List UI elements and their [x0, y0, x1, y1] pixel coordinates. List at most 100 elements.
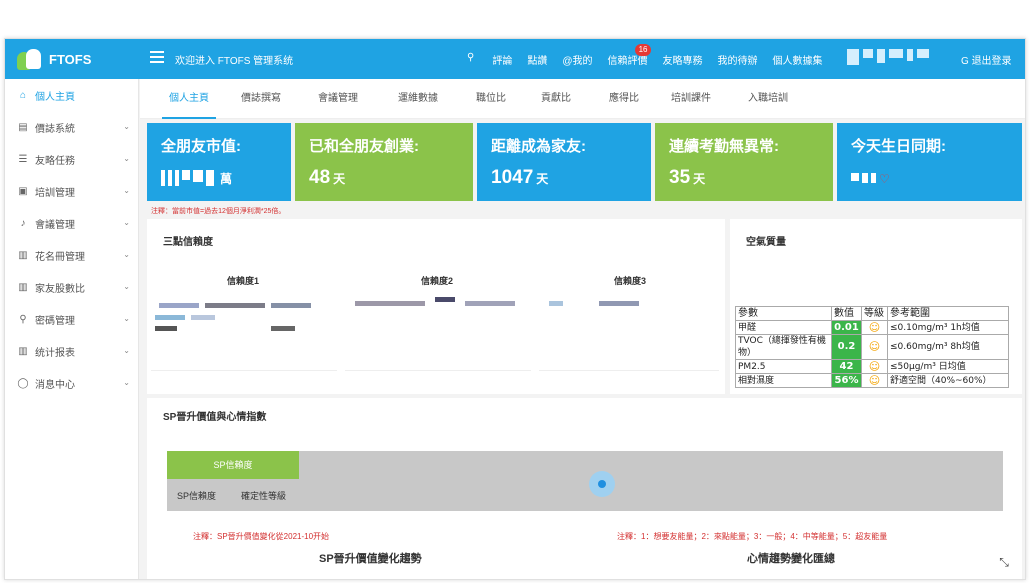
trust-chart-1-title: 信賴度1 — [227, 276, 260, 286]
chevron-down-icon: ⌄ — [123, 378, 130, 387]
top-header: FTOFS 欢迎进入 FTOFS 管理系统 ⚲ 評論 點讚 @我的 信賴評價 1… — [5, 39, 1025, 79]
blurred-value — [851, 172, 879, 183]
sp-trust-header: SP信賴度 — [167, 451, 299, 479]
air-value: 56% — [831, 373, 862, 388]
stat-card: 距離成為家友: 1047 天 — [477, 123, 651, 201]
stat-value: ♡ — [851, 167, 893, 189]
air-param: 相對濕度 — [735, 373, 832, 388]
smile-icon: ☺ — [861, 334, 888, 360]
sidebar-item[interactable]: ⚲ 密碼管理 ⌄ — [5, 303, 138, 335]
sidebar-item-icon: ▥ — [18, 281, 28, 293]
header-toolbar: ⚲ 評論 點讚 @我的 信賴評價 16 友略專務 我的待辦 個人數據集 — [467, 44, 837, 67]
sidebar-item-label: 價誌系統 — [35, 123, 75, 135]
search-icon[interactable]: ⚲ — [467, 52, 474, 67]
toolbar-dataset[interactable]: 個人數據集 — [772, 52, 822, 67]
stat-label: 今天生日同期: — [851, 138, 946, 155]
sidebar-item[interactable]: ☰ 友略任務 ⌄ — [5, 143, 138, 175]
sidebar-item-label: 個人主頁 — [35, 91, 75, 103]
air-quality-title: 空氣質量 — [746, 237, 786, 248]
sidebar-item-icon: ♪ — [20, 217, 26, 229]
toolbar-trust-review[interactable]: 信賴評價 16 — [607, 44, 652, 67]
stat-label: 已和全朋友創業: — [309, 138, 419, 155]
toolbar-tasks[interactable]: 友略專務 — [662, 52, 702, 67]
air-param: PM2.5 — [735, 359, 832, 374]
air-range: 舒適空間（40%~60%） — [887, 373, 1009, 388]
tab[interactable]: 培訓課件 — [665, 79, 717, 119]
sidebar-item[interactable]: ▣ 培訓管理 ⌄ — [5, 175, 138, 207]
sidebar-item[interactable]: ♪ 會議管理 ⌄ — [5, 207, 138, 239]
sidebar-item-icon: ▤ — [18, 121, 28, 133]
sp-trend-title: SP晉升價值變化趨勢 — [319, 553, 422, 565]
sp-note-left: 注釋：SP晉升價值變化從2021-10开始 — [193, 532, 330, 541]
toolbar-todo[interactable]: 我的待辦 — [717, 52, 757, 67]
logout-button[interactable]: G 退出登录 — [961, 52, 1012, 67]
air-table-heading: 數值 — [831, 306, 862, 321]
stat-label: 距離成為家友: — [491, 138, 586, 155]
air-table-row: 相對濕度 56% ☺ 舒適空間（40%~60%） — [735, 373, 1009, 388]
toolbar-mentions[interactable]: @我的 — [562, 52, 592, 67]
trust-chart-1 — [151, 289, 337, 371]
tab[interactable]: 個人主頁 — [162, 79, 216, 119]
tab[interactable]: 貢獻比 — [530, 79, 582, 119]
stat-value: 1047 天 — [491, 167, 549, 188]
sidebar-item-icon: ▥ — [18, 345, 28, 357]
sidebar-item[interactable]: ▥ 统计报表 ⌄ — [5, 335, 138, 367]
logo[interactable]: FTOFS — [17, 47, 91, 71]
air-param: TVOC（總揮發性有機物） — [735, 334, 832, 360]
tab-bar: 個人主頁 價誌撰寫 會議管理 運維數據 職位比 貢獻比 應得比 培訓課件 入職培訓 — [140, 79, 1025, 119]
sidebar-item-icon: ▥ — [18, 249, 28, 261]
logo-icon — [17, 48, 43, 70]
menu-toggle-icon[interactable] — [150, 51, 164, 63]
tab[interactable]: 入職培訓 — [742, 79, 794, 119]
stat-label: 連續考勤無異常: — [669, 138, 779, 155]
air-param: 甲醛 — [735, 320, 832, 335]
collapse-icon[interactable]: ⤡ — [994, 552, 1014, 572]
air-table-row: 甲醛 0.01 ☺ ≤0.10mg/m³ 1h均值 — [735, 320, 1009, 335]
trust-chart-2-title: 信賴度2 — [421, 276, 454, 286]
sidebar-item-label: 友略任務 — [35, 155, 75, 167]
sp-panel: SP晉升價值與心情指數 SP信賴度 SP信賴度 確定性等級 注釋：SP晉升價值變… — [147, 398, 1022, 579]
main-content: 全朋友市值: 萬 已和全朋友創業: 48 天 距離成為家友: 1047 天 連續考勤無異常: 35… — [147, 123, 1022, 579]
stat-value: 萬 — [161, 167, 232, 189]
tab[interactable]: 會議管理 — [312, 79, 364, 119]
trust-chart-3-title: 信賴度3 — [614, 276, 647, 286]
tab[interactable]: 價誌撰寫 — [235, 79, 287, 119]
sidebar-item-icon: ⌂ — [19, 89, 27, 101]
notification-badge: 16 — [634, 44, 652, 56]
sidebar-item[interactable]: ▤ 價誌系統 ⌄ — [5, 111, 138, 143]
trust-panel: 三點信賴度 信賴度1 信賴度2 信賴度3 — [147, 219, 725, 394]
stat-card: 連續考勤無異常: 35 天 — [655, 123, 833, 201]
trust-title: 三點信賴度 — [163, 237, 213, 248]
air-table-heading: 參考範圍 — [887, 306, 1009, 321]
chevron-down-icon: ⌄ — [123, 218, 130, 227]
stat-card: 已和全朋友創業: 48 天 — [295, 123, 473, 201]
sidebar-item[interactable]: ⌂ 個人主頁 — [5, 79, 138, 111]
app-window: FTOFS 欢迎进入 FTOFS 管理系统 ⚲ 評論 點讚 @我的 信賴評價 1… — [4, 38, 1026, 580]
tab[interactable]: 應得比 — [598, 79, 650, 119]
tab[interactable]: 運維數據 — [392, 79, 444, 119]
sp-trust-col: SP信賴度 — [177, 491, 217, 501]
toolbar-comments[interactable]: 評論 — [492, 52, 512, 67]
sidebar-item[interactable]: ▥ 花名冊管理 ⌄ — [5, 239, 138, 271]
sp-trust-table: SP信賴度 SP信賴度 確定性等級 — [167, 451, 1003, 511]
sidebar-item-icon: ◯ — [17, 377, 29, 389]
sp-title: SP晉升價值與心情指數 — [163, 412, 267, 423]
trust-chart-3 — [539, 289, 719, 371]
tab[interactable]: 職位比 — [465, 79, 517, 119]
sidebar-item-icon: ☰ — [18, 153, 28, 165]
chevron-down-icon: ⌄ — [123, 282, 130, 291]
chevron-down-icon: ⌄ — [123, 154, 130, 163]
air-table-row: TVOC（總揮發性有機物） 0.2 ☺ ≤0.60mg/m³ 8h均值 — [735, 334, 1009, 360]
sp-note-right: 注釋：1：想要友能量；2：來點能量；3：一般；4：中等能量；5：超友能量 — [617, 532, 888, 541]
screen: FTOFS 欢迎进入 FTOFS 管理系统 ⚲ 評論 點讚 @我的 信賴評價 1… — [0, 0, 1030, 583]
smile-icon: ☺ — [861, 320, 888, 335]
stat-card: 全朋友市值: 萬 — [147, 123, 291, 201]
chevron-down-icon: ⌄ — [123, 314, 130, 323]
sidebar-item[interactable]: ◯ 消息中心 ⌄ — [5, 367, 138, 399]
sidebar-item[interactable]: ▥ 家友股數比 ⌄ — [5, 271, 138, 303]
user-avatar[interactable] — [847, 49, 947, 67]
toolbar-likes[interactable]: 點讚 — [527, 52, 547, 67]
air-quality-table: 參數 數值 等級 參考範圍 甲醛 0.01 ☺ ≤0.10mg/m³ 1h均值 TVOC（總揮發… — [735, 306, 1009, 388]
air-value: 0.2 — [831, 334, 862, 360]
stat-value: 35 天 — [669, 167, 706, 188]
